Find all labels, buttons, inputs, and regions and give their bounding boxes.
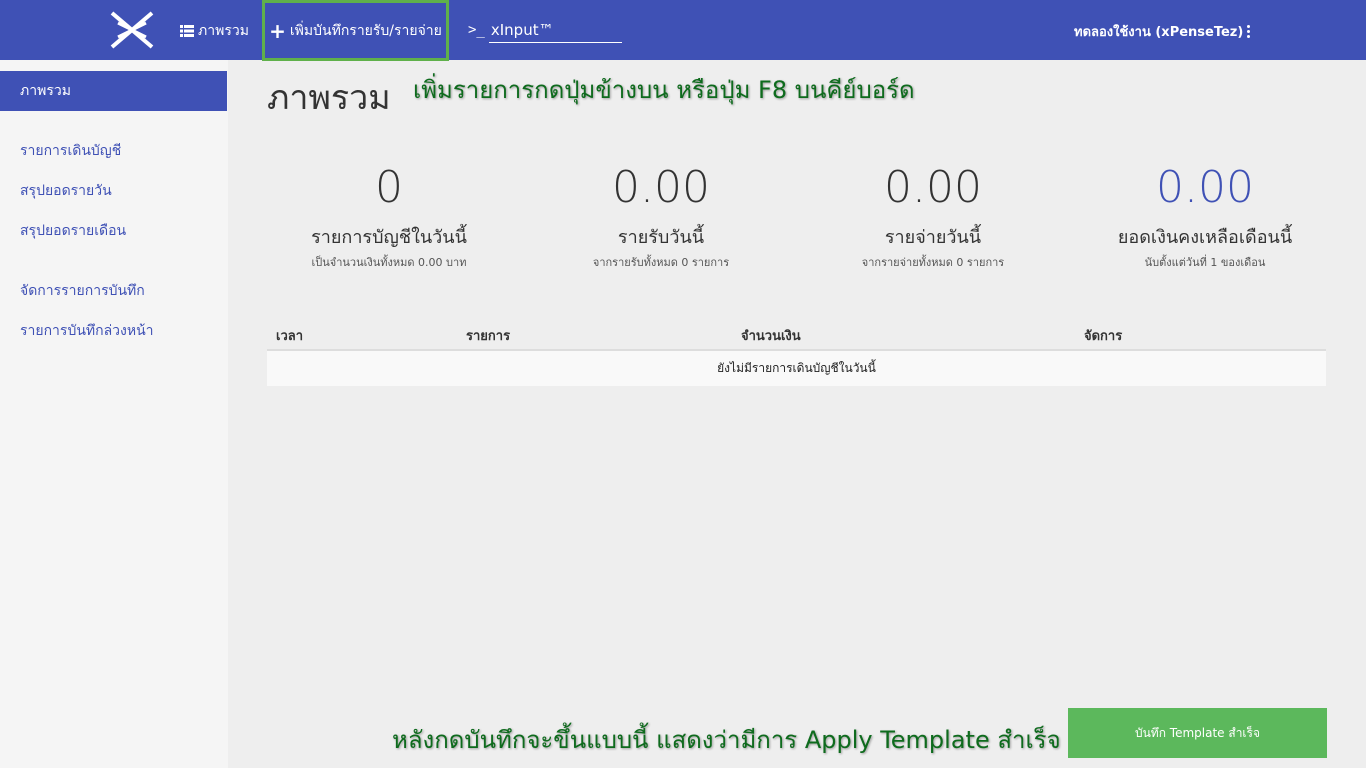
kebab-menu-icon[interactable]	[1247, 25, 1251, 38]
sidebar-item-manage-records[interactable]: จัดการรายการบันทึก	[0, 271, 227, 311]
stat-value: 0.00	[612, 162, 710, 213]
stat-today-count: 0 รายการบัญชีในวันนี้ เป็นจำนวนเงินทั้งห…	[259, 160, 519, 271]
stat-value: 0.00	[1156, 162, 1254, 213]
stat-label: รายการบัญชีในวันนี้	[311, 227, 467, 248]
stat-label: รายรับวันนี้	[617, 227, 705, 248]
column-header-item: รายการ	[466, 329, 511, 344]
xinput-box: >_	[468, 17, 622, 43]
column-header-time: เวลา	[276, 329, 304, 344]
stat-sublabel: นับตั้งแต่วันที่ 1 ของเดือน	[1144, 256, 1266, 269]
xinput-field[interactable]	[488, 17, 622, 43]
stat-sublabel: เป็นจำนวนเงินทั้งหมด 0.00 บาท	[311, 256, 467, 269]
stat-today-income: 0.00 รายรับวันนี้ จากรายรับทั้งหมด 0 ราย…	[531, 160, 791, 271]
annotation-bottom: หลังกดบันทึกจะขึ้นแบบนี้ แสดงว่ามีการ Ap…	[392, 726, 1106, 754]
nav-overview-label: ภาพรวม	[198, 23, 249, 39]
terminal-prompt-icon: >_	[468, 22, 485, 38]
stat-month-balance: 0.00 ยอดเงินคงเหลือเดือนนี้ นับตั้งแต่วั…	[1075, 160, 1335, 271]
sidebar-item-transactions[interactable]: รายการเดินบัญชี	[0, 131, 227, 171]
stat-sublabel: จากรายจ่ายทั้งหมด 0 รายการ	[861, 256, 1005, 269]
app-logo-icon[interactable]	[108, 9, 156, 51]
sidebar-item-daily-summary[interactable]: สรุปยอดรายวัน	[0, 171, 227, 211]
stat-label: ยอดเงินคงเหลือเดือนนี้	[1117, 227, 1293, 248]
user-name: ทดลองใช้งาน (xPenseTez)	[1074, 25, 1244, 40]
sidebar-item-overview[interactable]: ภาพรวม	[0, 71, 227, 111]
column-header-actions: จัดการ	[1084, 329, 1123, 344]
plus-icon: +	[269, 18, 286, 43]
add-record-button[interactable]: + เพิ่มบันทึกรายรับ/รายจ่าย	[262, 0, 449, 61]
user-menu[interactable]: ทดลองใช้งาน (xPenseTez)	[1074, 21, 1251, 42]
success-toast[interactable]: บันทึก Template สำเร็จ	[1068, 708, 1327, 758]
transactions-table: เวลา รายการ จำนวนเงิน จัดการ ยังไม่มีราย…	[267, 316, 1326, 386]
sidebar: ภาพรวม รายการเดินบัญชี สรุปยอดรายวัน สรุ…	[0, 60, 228, 768]
page-title: ภาพรวม	[267, 78, 391, 118]
stat-today-expense: 0.00 รายจ่ายวันนี้ จากรายจ่ายทั้งหมด 0 ร…	[803, 160, 1063, 271]
column-header-amount: จำนวนเงิน	[741, 329, 801, 344]
add-record-label: เพิ่มบันทึกรายรับ/รายจ่าย	[289, 22, 442, 39]
sidebar-item-scheduled-records[interactable]: รายการบันทึกล่วงหน้า	[0, 311, 227, 351]
stat-sublabel: จากรายรับทั้งหมด 0 รายการ	[592, 256, 730, 269]
stat-value: 0.00	[884, 162, 982, 213]
nav-overview-link[interactable]: ภาพรวม	[180, 20, 249, 42]
stat-value: 0	[375, 162, 403, 213]
list-icon	[180, 25, 194, 37]
annotation-top: เพิ่มรายการกดปุ่มข้างบน หรือปุ่ม F8 บนคี…	[413, 76, 915, 104]
table-header: เวลา รายการ จำนวนเงิน จัดการ	[267, 316, 1326, 351]
table-empty-row: ยังไม่มีรายการเดินบัญชีในวันนี้	[267, 351, 1326, 386]
stat-label: รายจ่ายวันนี้	[884, 227, 982, 248]
sidebar-item-monthly-summary[interactable]: สรุปยอดรายเดือน	[0, 211, 227, 251]
top-navbar: ภาพรวม + เพิ่มบันทึกรายรับ/รายจ่าย >_ ทด…	[0, 0, 1366, 61]
